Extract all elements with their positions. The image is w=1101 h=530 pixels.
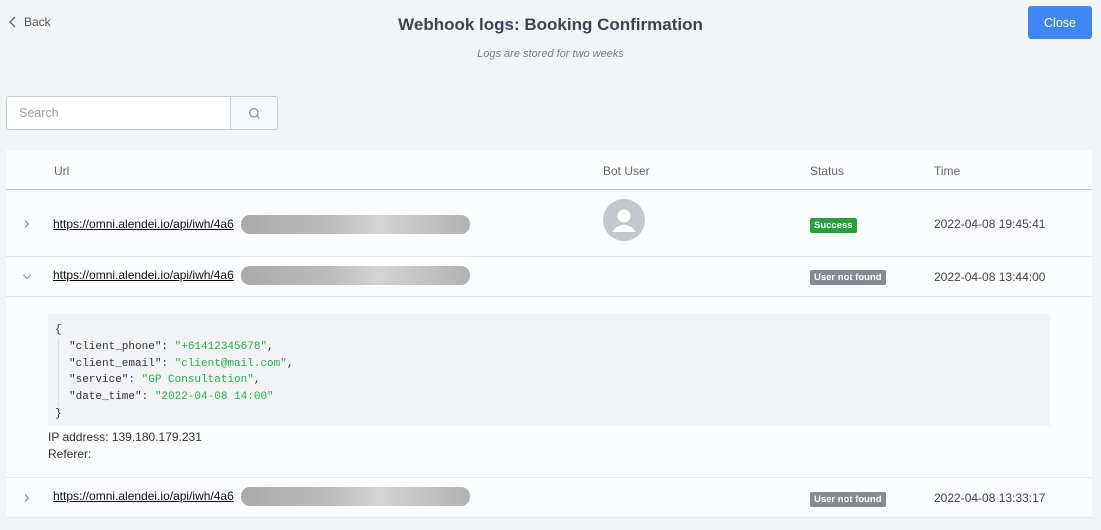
redacted-url-mask xyxy=(241,215,470,234)
webhook-logs-table: Url Bot User Status Time https://omni.al… xyxy=(6,150,1092,518)
row-url-link[interactable]: https://omni.alendei.io/api/iwh/4a6 xyxy=(53,489,234,503)
column-header-url: Url xyxy=(54,164,70,178)
search-bar xyxy=(6,96,278,130)
row-url-link[interactable]: https://omni.alendei.io/api/iwh/4a6 xyxy=(53,217,234,231)
row-time: 2022-04-08 13:44:00 xyxy=(934,270,1046,284)
json-open-brace: { xyxy=(55,324,62,336)
chevron-right-icon[interactable] xyxy=(20,491,34,505)
json-field: "client_email": "client@mail.com", xyxy=(69,357,294,370)
row-time: 2022-04-08 13:33:17 xyxy=(934,491,1046,505)
status-badge: Success xyxy=(810,218,857,233)
chevron-right-icon[interactable] xyxy=(20,217,34,231)
column-header-status: Status xyxy=(810,164,845,178)
chevron-down-icon[interactable] xyxy=(20,270,34,284)
search-icon xyxy=(248,107,260,119)
column-header-bot-user: Bot User xyxy=(603,164,650,178)
json-field: "date_time": "2022-04-08 14:00" xyxy=(69,391,274,404)
table-header: Url Bot User Status Time xyxy=(6,150,1092,190)
json-close-brace: } xyxy=(55,407,62,420)
page-subtitle: Logs are stored for two weeks xyxy=(477,48,624,60)
table-row[interactable]: https://omni.alendei.io/api/iwh/4a6 Succ… xyxy=(6,190,1092,257)
status-badge: User not found xyxy=(810,270,886,285)
row-time: 2022-04-08 19:45:41 xyxy=(934,217,1046,231)
redacted-url-mask xyxy=(241,266,470,285)
user-avatar-icon xyxy=(603,199,645,241)
payload-json: { "client_phone": "+61412345678", "clien… xyxy=(48,314,1050,426)
referer: Referer: xyxy=(48,447,92,461)
json-field: "service": "GP Consultation", xyxy=(69,374,261,387)
status-badge: User not found xyxy=(810,492,886,507)
row-detail-panel: { "client_phone": "+61412345678", "clien… xyxy=(6,297,1092,478)
ip-address: IP address: 139.180.179.231 xyxy=(48,430,202,444)
table-row[interactable]: https://omni.alendei.io/api/iwh/4a6 User… xyxy=(6,478,1092,518)
search-input[interactable] xyxy=(7,97,230,129)
column-header-time: Time xyxy=(934,164,961,178)
search-button[interactable] xyxy=(230,97,277,129)
close-button[interactable]: Close xyxy=(1028,6,1092,39)
page-title: Webhook logs: Booking Confirmation xyxy=(398,15,703,34)
table-row[interactable]: https://omni.alendei.io/api/iwh/4a6 User… xyxy=(6,257,1092,297)
redacted-url-mask xyxy=(241,487,470,506)
json-field: "client_phone": "+61412345678", xyxy=(69,340,274,353)
row-url-link[interactable]: https://omni.alendei.io/api/iwh/4a6 xyxy=(53,268,234,282)
